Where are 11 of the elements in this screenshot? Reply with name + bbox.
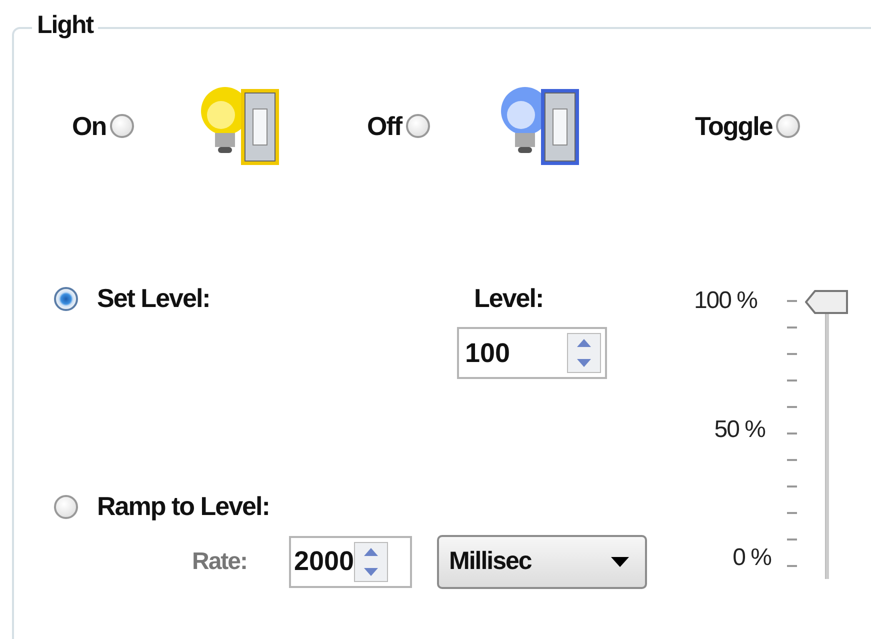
option-label: On — [72, 110, 106, 142]
option-label: Toggle — [695, 110, 772, 142]
option-label: Ramp to Level: — [97, 491, 270, 522]
option-label: Set Level: — [97, 283, 211, 314]
tick-label: 50 % — [714, 416, 765, 444]
tick-label: 0 % — [732, 544, 771, 572]
level-spinner[interactable]: 100 — [457, 327, 607, 379]
rate-label: Rate: — [191, 548, 248, 576]
level-label: Level: — [473, 283, 544, 314]
option-label: Off — [367, 110, 402, 142]
tick-label: 100 % — [694, 287, 757, 315]
